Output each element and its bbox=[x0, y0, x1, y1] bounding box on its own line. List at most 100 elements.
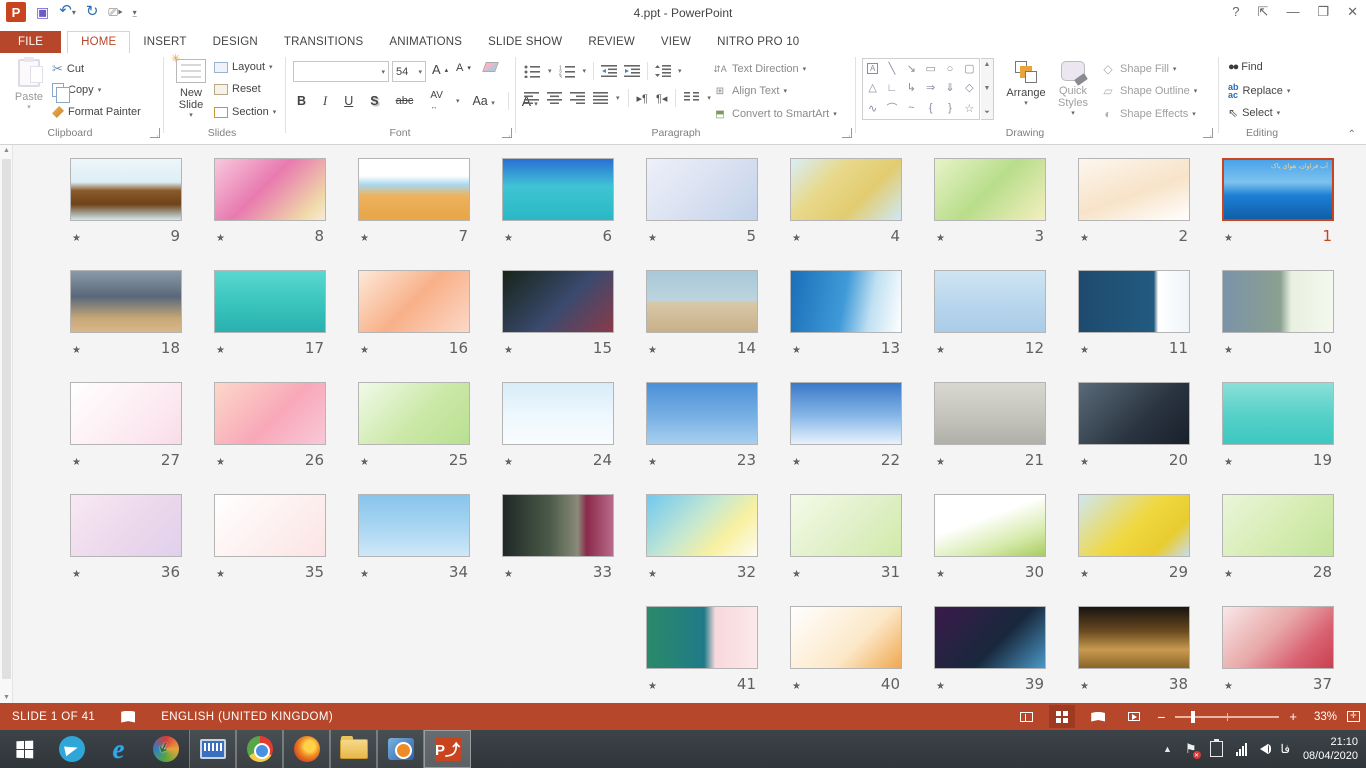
slide-thumbnail-35[interactable]: ★35 bbox=[214, 494, 326, 581]
input-language-indicator[interactable]: فا bbox=[1281, 742, 1290, 756]
slide-thumbnail-20[interactable]: ★20 bbox=[1078, 382, 1190, 469]
transition-star-icon[interactable]: ★ bbox=[1080, 681, 1089, 692]
shape-rounded-rectangle-icon[interactable]: ▢ bbox=[964, 62, 974, 75]
slide-image-25[interactable] bbox=[358, 382, 470, 445]
transition-star-icon[interactable]: ★ bbox=[648, 681, 657, 692]
slide-thumbnail-21[interactable]: ★21 bbox=[934, 382, 1046, 469]
transition-star-icon[interactable]: ★ bbox=[72, 345, 81, 356]
slide-image-35[interactable] bbox=[214, 494, 326, 557]
transition-star-icon[interactable]: ★ bbox=[936, 681, 945, 692]
transition-star-icon[interactable]: ★ bbox=[936, 457, 945, 468]
font-size-combo[interactable]: 54▾ bbox=[392, 61, 426, 82]
taskbar-powerpoint[interactable]: P⤴ bbox=[424, 730, 471, 768]
slide-image-8[interactable] bbox=[214, 158, 326, 221]
shape-elbow-arrow-connector-icon[interactable]: ↳ bbox=[907, 81, 916, 94]
normal-view-button[interactable] bbox=[1013, 705, 1039, 728]
decrease-font-size-button[interactable]: A▾ bbox=[456, 62, 471, 74]
tab-slide-show[interactable]: SLIDE SHOW bbox=[475, 32, 575, 53]
slide-image-7[interactable] bbox=[358, 158, 470, 221]
taskbar-media-player[interactable] bbox=[377, 730, 424, 768]
shape-star-icon[interactable]: ☆ bbox=[964, 102, 974, 115]
transition-star-icon[interactable]: ★ bbox=[792, 233, 801, 244]
transition-star-icon[interactable]: ★ bbox=[504, 345, 513, 356]
section-button[interactable]: Section▾ bbox=[214, 106, 276, 118]
slide-thumbnail-30[interactable]: ★30 bbox=[934, 494, 1046, 581]
taskbar-keyboard-app[interactable] bbox=[189, 730, 236, 768]
slide-thumbnail-40[interactable]: ★40 bbox=[790, 606, 902, 693]
shape-arrow-icon[interactable]: ↘ bbox=[907, 62, 916, 75]
slide-thumbnail-13[interactable]: ★13 bbox=[790, 270, 902, 357]
shapes-gallery-scrollbar[interactable]: ▲▼⏷ bbox=[981, 58, 994, 120]
transition-star-icon[interactable]: ★ bbox=[216, 233, 225, 244]
slide-image-2[interactable] bbox=[1078, 158, 1190, 221]
transition-star-icon[interactable]: ★ bbox=[216, 345, 225, 356]
zoom-percentage[interactable]: 33% bbox=[1307, 711, 1337, 723]
transition-star-icon[interactable]: ★ bbox=[1224, 681, 1233, 692]
right-to-left-direction-button[interactable]: ¶◂ bbox=[656, 92, 667, 105]
transition-star-icon[interactable]: ★ bbox=[216, 457, 225, 468]
slide-thumbnail-29[interactable]: ★29 bbox=[1078, 494, 1190, 581]
transition-star-icon[interactable]: ★ bbox=[1224, 457, 1233, 468]
line-spacing-icon[interactable] bbox=[655, 65, 671, 77]
shape-triangle-icon[interactable]: △ bbox=[868, 81, 876, 94]
align-right-icon[interactable] bbox=[570, 92, 585, 104]
slide-thumbnail-33[interactable]: ★33 bbox=[502, 494, 614, 581]
slide-thumbnail-32[interactable]: ★32 bbox=[646, 494, 758, 581]
slide-image-19[interactable] bbox=[1222, 382, 1334, 445]
slide-thumbnail-37[interactable]: ★37 bbox=[1222, 606, 1334, 693]
shape-down-arrow-icon[interactable]: ⇓ bbox=[945, 81, 954, 94]
slide-image-15[interactable] bbox=[502, 270, 614, 333]
transition-star-icon[interactable]: ★ bbox=[504, 457, 513, 468]
transition-star-icon[interactable]: ★ bbox=[1080, 345, 1089, 356]
slide-show-button[interactable] bbox=[1121, 705, 1147, 728]
hidden-icons-chevron[interactable]: ▲ bbox=[1163, 744, 1172, 754]
slide-thumbnail-6[interactable]: ★6 bbox=[502, 158, 614, 245]
start-button[interactable] bbox=[0, 730, 48, 768]
shape-arc-icon[interactable]: ⌒ bbox=[886, 100, 897, 116]
scroll-up-icon[interactable]: ▲ bbox=[0, 147, 13, 154]
battery-icon[interactable] bbox=[1210, 741, 1223, 757]
action-center-flag-icon[interactable]: ⚑ bbox=[1185, 741, 1197, 757]
cut-button[interactable]: ✂Cut bbox=[52, 61, 84, 77]
slide-image-30[interactable] bbox=[934, 494, 1046, 557]
slide-thumbnail-8[interactable]: ★8 bbox=[214, 158, 326, 245]
transition-star-icon[interactable]: ★ bbox=[936, 345, 945, 356]
close-icon[interactable]: ✕ bbox=[1347, 4, 1358, 20]
slide-image-24[interactable] bbox=[502, 382, 614, 445]
reading-view-button[interactable] bbox=[1085, 705, 1111, 728]
drawing-dialog-launcher[interactable] bbox=[1203, 128, 1213, 138]
transition-star-icon[interactable]: ★ bbox=[648, 233, 657, 244]
slide-image-17[interactable] bbox=[214, 270, 326, 333]
slide-image-23[interactable] bbox=[646, 382, 758, 445]
taskbar-internet-explorer[interactable]: e bbox=[95, 730, 142, 768]
zoom-out-button[interactable]: − bbox=[1157, 709, 1165, 725]
character-spacing-button[interactable]: AV↔ bbox=[426, 89, 447, 113]
find-button[interactable]: ●●Find bbox=[1228, 61, 1263, 73]
transition-star-icon[interactable]: ★ bbox=[504, 233, 513, 244]
slide-thumbnail-15[interactable]: ★15 bbox=[502, 270, 614, 357]
slide-image-5[interactable] bbox=[646, 158, 758, 221]
vertical-scrollbar[interactable]: ▲ ▼ bbox=[0, 145, 13, 703]
text-shadow-button[interactable]: S bbox=[366, 93, 382, 109]
slide-thumbnail-39[interactable]: ★39 bbox=[934, 606, 1046, 693]
network-signal-icon[interactable] bbox=[1236, 743, 1247, 756]
slide-image-37[interactable] bbox=[1222, 606, 1334, 669]
underline-button[interactable]: U bbox=[340, 93, 357, 109]
shape-brace-right-icon[interactable]: } bbox=[948, 102, 952, 114]
slide-thumbnail-14[interactable]: ★14 bbox=[646, 270, 758, 357]
slide-thumbnail-19[interactable]: ★19 bbox=[1222, 382, 1334, 469]
transition-star-icon[interactable]: ★ bbox=[792, 569, 801, 580]
paste-button[interactable]: Paste▾ bbox=[6, 57, 52, 127]
transition-star-icon[interactable]: ★ bbox=[360, 457, 369, 468]
quick-styles-button[interactable]: Quick Styles▾ bbox=[1050, 57, 1096, 127]
clock[interactable]: 21:10 08/04/2020 bbox=[1303, 735, 1358, 763]
slide-image-13[interactable] bbox=[790, 270, 902, 333]
transition-star-icon[interactable]: ★ bbox=[360, 233, 369, 244]
shape-effects-button[interactable]: ◐Shape Effects▾ bbox=[1100, 106, 1196, 122]
tab-file[interactable]: FILE bbox=[0, 31, 61, 53]
slide-image-21[interactable] bbox=[934, 382, 1046, 445]
help-icon[interactable]: ? bbox=[1232, 4, 1239, 20]
slide-image-3[interactable] bbox=[934, 158, 1046, 221]
transition-star-icon[interactable]: ★ bbox=[1080, 569, 1089, 580]
slide-image-32[interactable] bbox=[646, 494, 758, 557]
